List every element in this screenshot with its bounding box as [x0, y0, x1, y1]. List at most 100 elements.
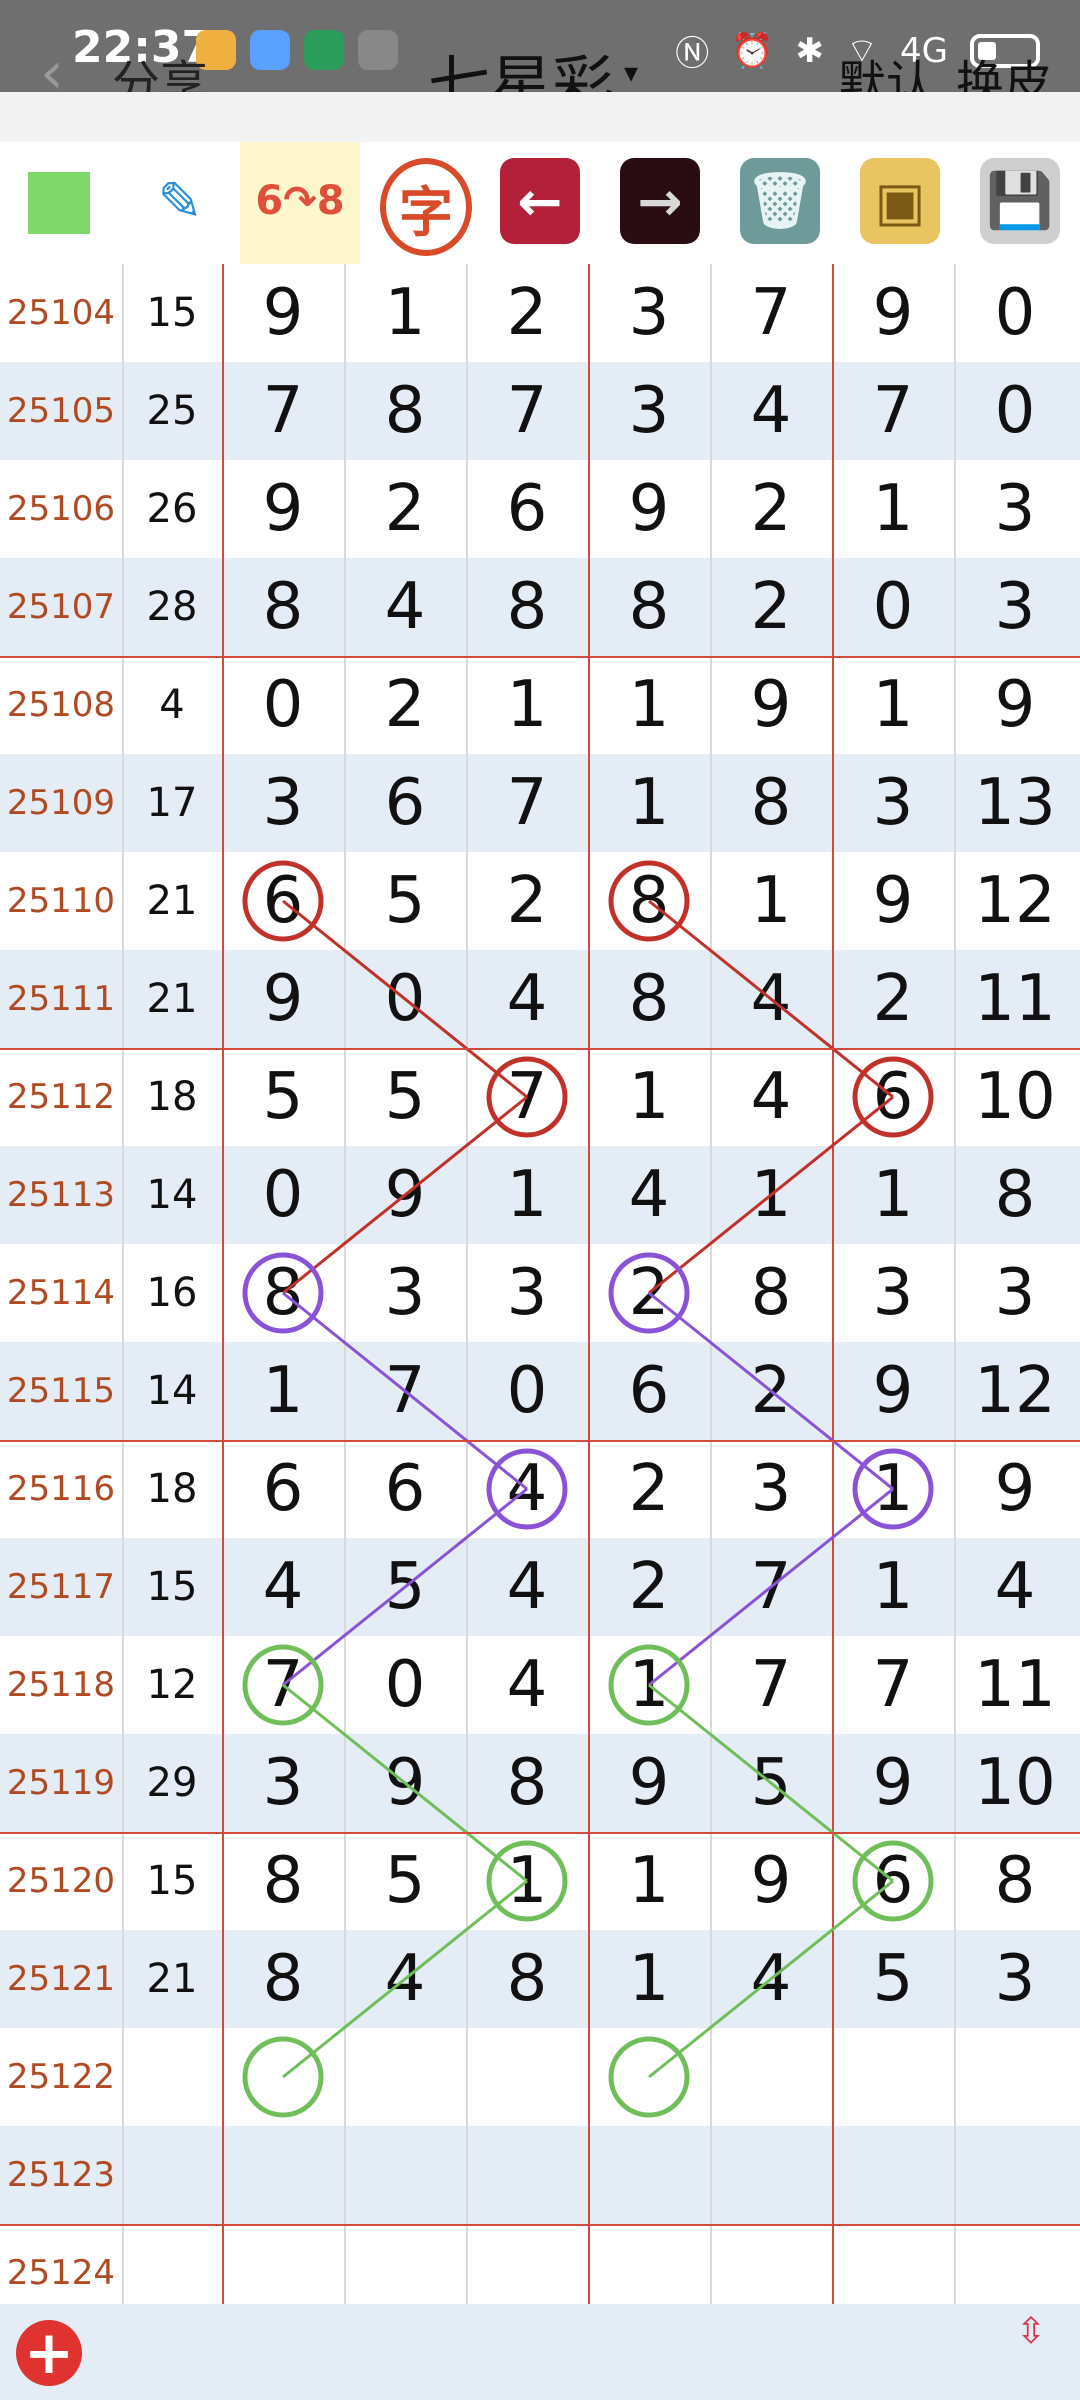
digit-cell[interactable]: 0	[954, 264, 1076, 362]
digit-cell[interactable]: 9	[222, 950, 344, 1048]
digit-cell[interactable]: 9	[588, 460, 710, 558]
digit-cell[interactable]: 2	[344, 656, 466, 754]
digit-cell[interactable]	[588, 2028, 710, 2126]
table-row[interactable]: 25108 4 0 2 1 1 9 1 9	[0, 656, 1080, 754]
table-row[interactable]: 25121 21 8 4 8 1 4 5 3	[0, 1930, 1080, 2028]
digit-cell[interactable]: 9	[222, 460, 344, 558]
text-icon[interactable]: 字	[380, 158, 472, 256]
digit-cell[interactable]: 1	[466, 1832, 588, 1930]
digit-cell[interactable]	[466, 2028, 588, 2126]
digit-cell[interactable]: 1	[588, 754, 710, 852]
digit-cell[interactable]: 3	[222, 754, 344, 852]
digit-cell[interactable]: 7	[832, 1636, 954, 1734]
digit-cell[interactable]: 5	[344, 1538, 466, 1636]
digit-cell[interactable]: 9	[344, 1146, 466, 1244]
digit-cell[interactable]: 7	[710, 1538, 832, 1636]
tool-curve[interactable]: 6↷8	[240, 142, 360, 264]
digit-cell[interactable]: 4	[222, 1538, 344, 1636]
digit-cell[interactable]: 4	[710, 362, 832, 460]
scroll-icon[interactable]: ⇳	[1016, 2312, 1046, 2352]
digit-cell[interactable]: 2	[588, 1538, 710, 1636]
digit-cell[interactable]: 1	[710, 852, 832, 950]
digit-cell[interactable]: 8	[588, 950, 710, 1048]
digit-cell[interactable]: 8	[222, 1832, 344, 1930]
digit-cell[interactable]	[710, 2126, 832, 2224]
digit-cell[interactable]: 9	[588, 1734, 710, 1832]
digit-cell[interactable]: 8	[954, 1146, 1076, 1244]
digit-cell[interactable]: 8	[710, 1244, 832, 1342]
digit-cell[interactable]: 8	[588, 558, 710, 656]
digit-cell[interactable]: 6	[832, 1832, 954, 1930]
digit-cell[interactable]	[466, 2126, 588, 2224]
digit-cell[interactable]: 1	[588, 1636, 710, 1734]
digit-cell[interactable]: 8	[222, 1930, 344, 2028]
tool-image[interactable]: ▣	[840, 142, 960, 264]
digit-cell[interactable]: 5	[832, 1930, 954, 2028]
digit-cell[interactable]: 7	[344, 1342, 466, 1440]
digit-cell[interactable]: 9	[954, 656, 1076, 754]
tool-color[interactable]	[0, 142, 120, 264]
digit-cell[interactable]: 5	[222, 1048, 344, 1146]
digit-cell[interactable]: 3	[954, 1244, 1076, 1342]
table-row[interactable]: 25111 21 9 0 4 8 4 2 11	[0, 950, 1080, 1048]
digit-cell[interactable]: 1	[832, 1538, 954, 1636]
digit-cell[interactable]: 8	[222, 558, 344, 656]
tool-save[interactable]: 💾	[960, 142, 1080, 264]
add-button[interactable]: +	[16, 2320, 82, 2386]
color-square-icon[interactable]	[28, 172, 90, 234]
digit-cell[interactable]: 9	[222, 264, 344, 362]
digit-cell[interactable]: 2	[466, 264, 588, 362]
digit-cell[interactable]: 0	[344, 1636, 466, 1734]
digit-cell[interactable]: 8	[222, 1244, 344, 1342]
table-row[interactable]: 25123	[0, 2126, 1080, 2224]
table-row[interactable]: 25114 16 8 3 3 2 8 3 3	[0, 1244, 1080, 1342]
photo-icon[interactable]: ▣	[860, 158, 940, 244]
table-row[interactable]: 25119 29 3 9 8 9 5 9 10	[0, 1734, 1080, 1832]
digit-cell[interactable]: 5	[344, 1832, 466, 1930]
digit-cell[interactable]: 4	[466, 1440, 588, 1538]
digit-cell[interactable]: 3	[832, 1244, 954, 1342]
digit-cell[interactable]: 6	[588, 1342, 710, 1440]
digit-cell[interactable]: 1	[588, 1930, 710, 2028]
save-disk-icon[interactable]: 💾	[980, 158, 1060, 244]
digit-cell[interactable]: 7	[466, 754, 588, 852]
digit-cell[interactable]: 1	[466, 1146, 588, 1244]
digit-cell[interactable]: 12	[954, 1342, 1076, 1440]
tool-delete[interactable]: 🗑	[720, 142, 840, 264]
digit-cell[interactable]: 13	[954, 754, 1076, 852]
table-row[interactable]: 25105 25 7 8 7 3 4 7 0	[0, 362, 1080, 460]
digit-cell[interactable]: 0	[832, 558, 954, 656]
table-row[interactable]: 25104 15 9 1 2 3 7 9 0	[0, 264, 1080, 362]
digit-cell[interactable]: 5	[344, 852, 466, 950]
table-row[interactable]: 25106 26 9 2 6 9 2 1 3	[0, 460, 1080, 558]
tool-undo[interactable]: ←	[480, 142, 600, 264]
digit-cell[interactable]	[344, 2028, 466, 2126]
digit-cell[interactable]: 10	[954, 1048, 1076, 1146]
digit-cell[interactable]: 1	[832, 460, 954, 558]
digit-cell[interactable]: 3	[588, 362, 710, 460]
digit-cell[interactable]: 8	[466, 1734, 588, 1832]
digit-cell[interactable]: 1	[466, 656, 588, 754]
digit-cell[interactable]: 0	[222, 656, 344, 754]
digit-cell[interactable]	[954, 2028, 1076, 2126]
digit-cell[interactable]: 3	[954, 460, 1076, 558]
digit-cell[interactable]: 8	[466, 558, 588, 656]
digit-cell[interactable]	[222, 2028, 344, 2126]
digit-cell[interactable]: 6	[222, 852, 344, 950]
digit-cell[interactable]: 3	[344, 1244, 466, 1342]
digit-cell[interactable]: 3	[222, 1734, 344, 1832]
digit-cell[interactable]: 9	[832, 1734, 954, 1832]
table-row[interactable]: 25118 12 7 0 4 1 7 7 11	[0, 1636, 1080, 1734]
table-row[interactable]: 25122	[0, 2028, 1080, 2126]
digit-cell[interactable]: 4	[710, 950, 832, 1048]
digit-cell[interactable]: 5	[710, 1734, 832, 1832]
digit-cell[interactable]: 1	[588, 1832, 710, 1930]
digit-cell[interactable]: 0	[222, 1146, 344, 1244]
digit-cell[interactable]: 4	[466, 950, 588, 1048]
digit-cell[interactable]: 9	[832, 852, 954, 950]
digit-cell[interactable]: 4	[588, 1146, 710, 1244]
digit-cell[interactable]: 2	[466, 852, 588, 950]
digit-cell[interactable]: 8	[710, 754, 832, 852]
digit-cell[interactable]: 1	[222, 1342, 344, 1440]
digit-cell[interactable]	[344, 2126, 466, 2224]
